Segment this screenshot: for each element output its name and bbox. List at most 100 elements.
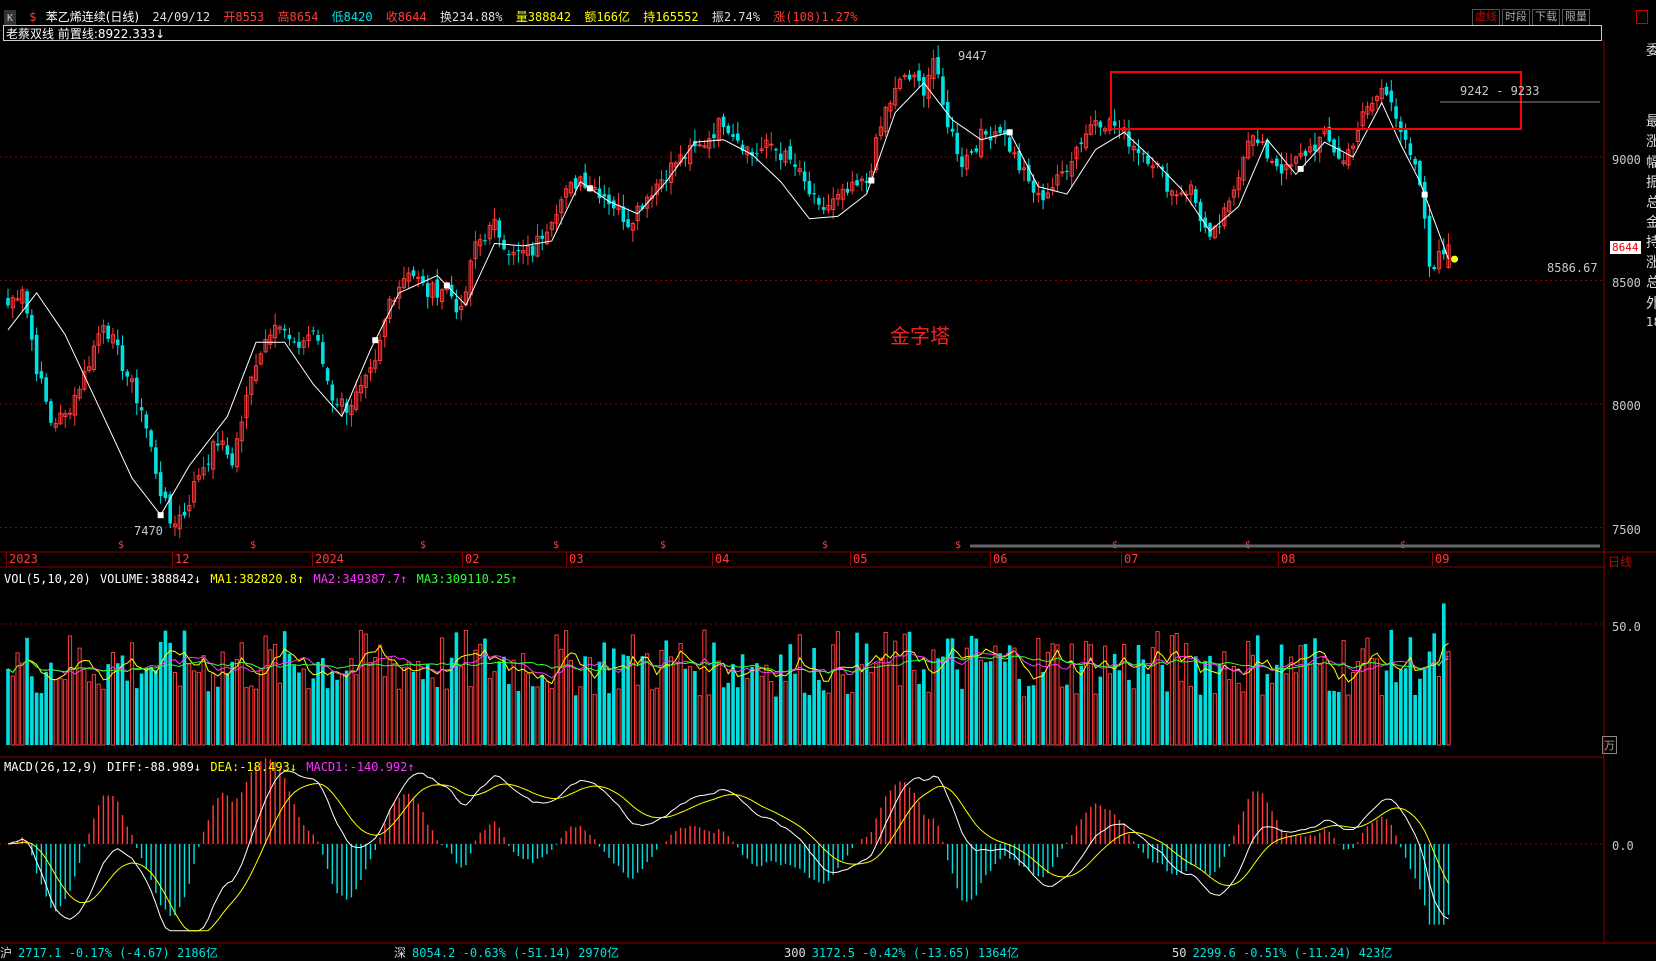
volume-bar-down [855, 632, 859, 745]
volume-bar-down [945, 638, 950, 745]
index-quote[interactable]: 深 8054.2 -0.63% (-51.14) 2970亿 [394, 944, 619, 960]
volume-bar-down [1041, 671, 1045, 745]
volume-bar-up [1227, 679, 1232, 746]
volume-bar-up [654, 687, 659, 746]
volume-bar-down [411, 671, 416, 745]
candle-down [1389, 90, 1394, 103]
candle-down [425, 283, 430, 297]
candle-up [1012, 152, 1017, 155]
side-label: 持 [1646, 235, 1656, 251]
candle-down [134, 377, 139, 404]
volume-bar-down [1337, 691, 1341, 745]
month-label: 07 [1121, 552, 1138, 566]
volume-bar-up [1374, 658, 1380, 746]
volume-bar-down [1327, 690, 1332, 745]
volume-bar-down [1031, 685, 1036, 745]
volume-bar-up [58, 678, 63, 746]
volume-bar-up [1055, 644, 1060, 746]
volume-bar-down [1160, 664, 1165, 745]
volume-bar-down [163, 630, 168, 745]
candle-down [774, 148, 778, 151]
period-label[interactable]: 日线 [1608, 553, 1632, 570]
candle-down [950, 128, 955, 132]
volume-bar-up [568, 660, 573, 746]
volume-bar-up [1289, 656, 1294, 746]
candle-down [721, 116, 726, 128]
candle-down [1026, 164, 1031, 182]
candle-down [1112, 121, 1117, 126]
volume-bar-up [688, 666, 693, 746]
volume-bar-down [230, 661, 234, 745]
candle-down [731, 134, 735, 137]
candlestick-chart[interactable]: $$$$$$$$$$ [0, 0, 1656, 958]
candle-down [755, 153, 759, 155]
volume-bar-up [444, 688, 449, 746]
volume-bar-down [292, 665, 296, 745]
index-quote[interactable]: 50 2299.6 -0.51% (-11.24) 423亿 [1172, 944, 1392, 960]
volume-bar-down [736, 687, 740, 745]
volume-bar-down [740, 654, 745, 745]
volume-bar-up [1308, 663, 1313, 746]
vol-ma1: MA1:382820.8↑ [210, 572, 305, 586]
volume-bar-up [67, 635, 73, 746]
volume-bar-down [640, 656, 645, 745]
volume-bar-down [1432, 633, 1437, 745]
volume-bar-down [1165, 691, 1169, 745]
volume-bar-up [978, 659, 984, 746]
candle-down [106, 325, 110, 339]
volume-bar-down [1193, 656, 1198, 745]
volume-bar-up [1260, 694, 1265, 746]
candle-down [1422, 181, 1427, 219]
volume-bar-up [1036, 638, 1041, 746]
candle-down [917, 70, 921, 81]
candle-down [1408, 143, 1413, 156]
signal-marker [1006, 129, 1013, 136]
volume-bar-up [883, 632, 888, 746]
volume-bar-down [44, 671, 48, 745]
vol-ma3: MA3:309110.25↑ [416, 572, 518, 586]
candle-down [530, 245, 535, 256]
volume-bar-down [1003, 661, 1007, 745]
volume-bar-down [1098, 676, 1103, 745]
volume-bar-up [1346, 694, 1351, 746]
candle-down [845, 188, 850, 193]
month-label: 08 [1278, 552, 1295, 566]
candle-down [1065, 170, 1069, 172]
index-quote[interactable]: 300 3172.5 -0.42% (-13.65) 1364亿 [784, 944, 1019, 960]
candle-down [30, 315, 34, 340]
candle-up [67, 412, 73, 415]
volume-bar-down [1265, 674, 1270, 745]
candle-down [540, 235, 545, 239]
candle-down [778, 153, 783, 161]
volume-bar-down [1399, 669, 1403, 745]
volume-bar-up [835, 631, 841, 746]
candle-down [1413, 158, 1417, 165]
volume-bar-down [950, 638, 955, 745]
candle-down [411, 270, 416, 277]
volume-bar-down [1403, 668, 1408, 745]
signal-dollar-marker: $ [822, 540, 828, 551]
candle-down [597, 188, 602, 199]
volume-bar-down [1394, 682, 1398, 745]
volume-bar-up [1446, 651, 1451, 746]
volume-bar-down [998, 653, 1002, 745]
volume-bar-down [597, 661, 602, 745]
candle-down [507, 254, 511, 256]
candle-down [497, 220, 502, 238]
vol-ma2: MA2:349387.7↑ [313, 572, 408, 586]
candle-down [483, 240, 487, 242]
candle-down [855, 180, 859, 186]
index-quote[interactable]: 沪 2717.1 -0.17% (-4.67) 2186亿 [0, 944, 218, 960]
volume-bar-up [1093, 693, 1098, 746]
volume-bar-up [101, 688, 106, 746]
volume-bar-up [459, 666, 464, 746]
volume-bar-up [869, 672, 874, 746]
volume-bar-up [931, 649, 936, 746]
candle-down [216, 443, 220, 446]
pattern-annotation: 金字塔 [890, 324, 950, 348]
volume-bar-down [134, 688, 139, 745]
volume-bar-up [392, 663, 397, 746]
candle-down [941, 76, 945, 105]
volume-bar-up [277, 682, 282, 746]
volume-bar-down [502, 656, 506, 745]
